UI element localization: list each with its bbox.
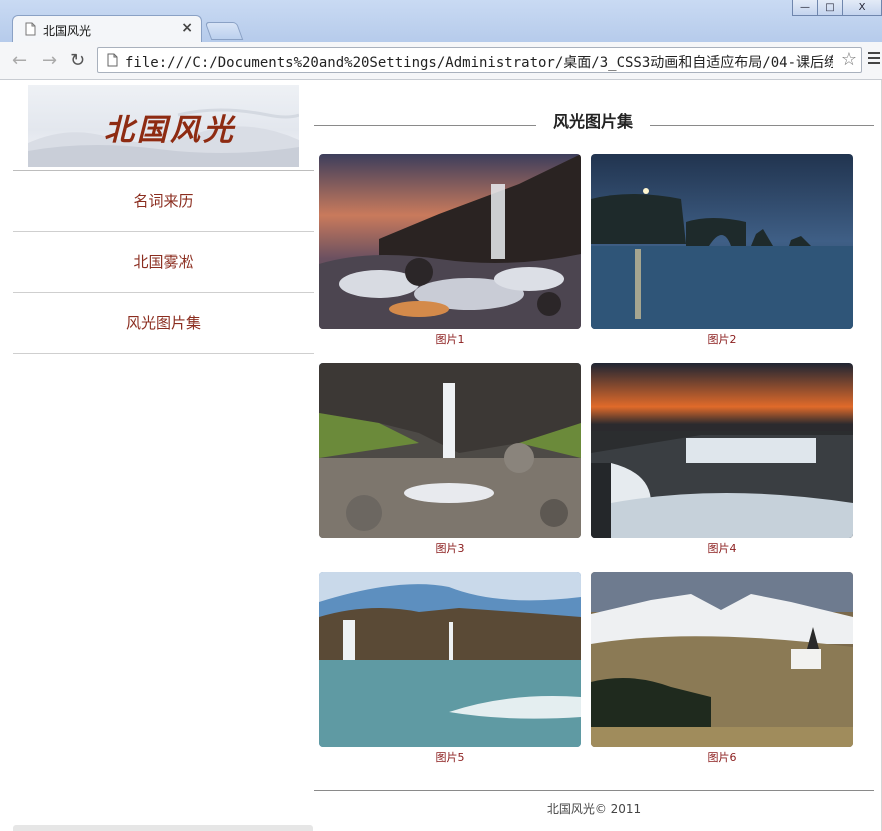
site-logo: 北国风光 xyxy=(28,85,299,167)
page-viewport: 北国风光 名词来历 北国雾凇 风光图片集 风光图片集 图片1 图片2 图片3 图… xyxy=(0,80,882,831)
waterfall-sunset-photo[interactable] xyxy=(319,154,581,329)
photo-caption: 图片3 xyxy=(435,542,465,555)
minimize-button[interactable]: — xyxy=(792,0,818,16)
nav-item-gallery[interactable]: 风光图片集 xyxy=(13,293,314,354)
window-controls: — □ X xyxy=(792,0,882,18)
nav-item-rime[interactable]: 北国雾凇 xyxy=(13,232,314,293)
photo-caption: 图片6 xyxy=(707,751,737,764)
tab-title: 北国风光 xyxy=(43,24,92,38)
basalt-waterfall-photo[interactable] xyxy=(319,363,581,538)
photo-card[interactable]: 图片1 xyxy=(319,154,581,347)
browser-toolbar: ← → ↻ file:///C:/Documents%20and%20Setti… xyxy=(0,42,882,80)
new-tab-button[interactable] xyxy=(204,22,244,40)
photo-card[interactable]: 图片6 xyxy=(591,572,853,765)
file-icon xyxy=(107,53,118,67)
lagoon-waterfall-photo[interactable] xyxy=(319,572,581,747)
logo-text: 北国风光 xyxy=(104,113,236,148)
maximize-button[interactable]: □ xyxy=(817,0,843,16)
wide-waterfall-photo[interactable] xyxy=(591,363,853,538)
sea-arch-photo[interactable] xyxy=(591,154,853,329)
photo-card[interactable]: 图片2 xyxy=(591,154,853,347)
photo-caption: 图片1 xyxy=(435,333,465,346)
photo-caption: 图片2 xyxy=(707,333,737,346)
divider xyxy=(314,125,536,126)
photo-caption: 图片5 xyxy=(435,751,465,764)
back-icon[interactable]: ← xyxy=(12,50,27,71)
star-icon[interactable]: ☆ xyxy=(841,49,857,70)
browser-chrome: 北国风光 × — □ X ← → ↻ file:///C:/Documents%… xyxy=(0,0,882,80)
gallery-title: 风光图片集 xyxy=(552,112,633,131)
page-icon xyxy=(25,22,36,36)
divider xyxy=(650,125,874,126)
menu-icon[interactable] xyxy=(868,52,880,66)
tab-active[interactable]: 北国风光 × xyxy=(12,15,202,43)
sidebar-nav: 名词来历 北国雾凇 风光图片集 xyxy=(13,170,314,354)
title-bar: 北国风光 × — □ X xyxy=(0,0,882,43)
forward-icon[interactable]: → xyxy=(42,50,57,71)
photo-card[interactable]: 图片3 xyxy=(319,363,581,556)
nav-item-history[interactable]: 名词来历 xyxy=(13,171,314,232)
status-bar xyxy=(13,825,313,831)
footer-divider xyxy=(314,790,874,791)
reload-icon[interactable]: ↻ xyxy=(70,50,85,71)
footer-copyright: 北国风光© 2011 xyxy=(546,802,642,816)
photo-card[interactable]: 图片4 xyxy=(591,363,853,556)
url-text: file:///C:/Documents%20and%20Settings/Ad… xyxy=(125,55,833,71)
gallery-header: 风光图片集 xyxy=(314,108,874,131)
photo-card[interactable]: 图片5 xyxy=(319,572,581,765)
window-close-button[interactable]: X xyxy=(842,0,882,16)
photo-caption: 图片4 xyxy=(707,542,737,555)
address-bar[interactable]: file:///C:/Documents%20and%20Settings/Ad… xyxy=(97,47,862,73)
close-icon[interactable]: × xyxy=(181,20,193,36)
mountain-church-photo[interactable] xyxy=(591,572,853,747)
